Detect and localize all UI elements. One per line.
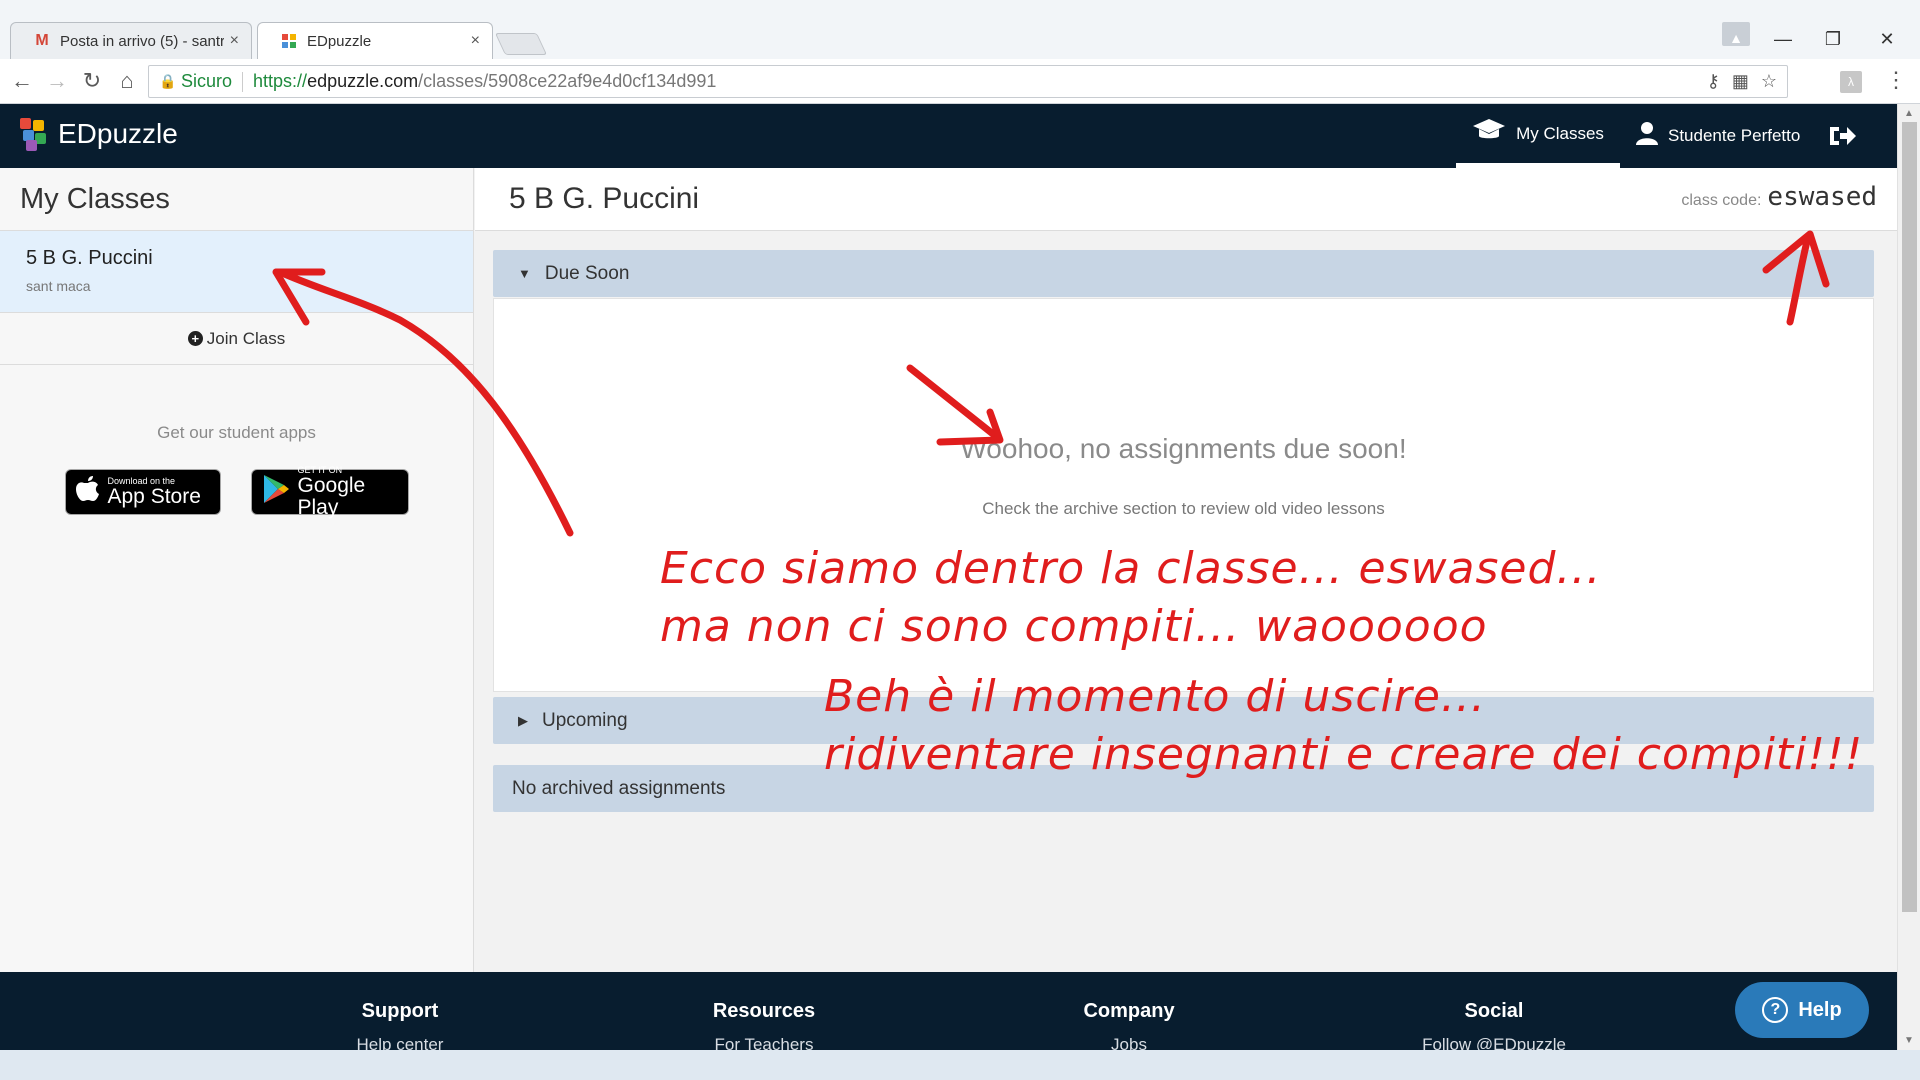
class-title: 5 B G. Puccini [509, 182, 700, 215]
tab-edpuzzle[interactable]: EDpuzzle × [257, 22, 493, 59]
edpuzzle-logo[interactable]: EDpuzzle [18, 116, 178, 152]
class-header: 5 B G. Puccini class code: eswased [475, 168, 1897, 231]
browser-toolbar: ← → ↻ ⌂ 🔒 Sicuro https:// edpuzzle.com /… [0, 59, 1920, 104]
app-header: EDpuzzle My Classes Studente Perfetto [0, 104, 1897, 168]
reload-icon[interactable]: ↻ [78, 67, 106, 95]
sidebar-class-item[interactable]: 5 B G. Puccini sant maca [0, 231, 473, 313]
logo-text: EDpuzzle [58, 118, 178, 149]
plus-circle-icon: + [187, 331, 203, 346]
tab-gmail[interactable]: M Posta in arrivo (5) - santr × [10, 22, 252, 59]
footer-link[interactable]: Follow @EDpuzzle [1374, 1035, 1614, 1050]
upcoming-label: Upcoming [542, 709, 628, 731]
class-code-value: eswased [1767, 182, 1877, 212]
app-store-big: App Store [107, 485, 201, 508]
tab-title: Posta in arrivo (5) - santr [60, 32, 224, 50]
footer-heading: Company [1083, 1000, 1175, 1022]
url-scheme: https:// [253, 71, 308, 91]
tab-strip: M Posta in arrivo (5) - santr × EDpuzzle… [0, 22, 1920, 59]
annotation-text-2: Beh è il momento di uscire... ridiventar… [824, 668, 1863, 784]
restore-icon[interactable]: ❐ [1808, 24, 1858, 54]
home-icon[interactable]: ⌂ [113, 67, 141, 95]
nav-label: My Classes [1516, 123, 1604, 143]
key-icon[interactable]: ⚷ [1707, 71, 1720, 92]
scrollbar-thumb[interactable] [1902, 122, 1917, 912]
nav-user-profile[interactable]: Studente Perfetto [1636, 104, 1800, 168]
annotation-text-1: Ecco siamo dentro la classe... eswased..… [660, 540, 1601, 656]
scroll-down-icon[interactable]: ▼ [1904, 1035, 1914, 1046]
address-bar[interactable]: 🔒 Sicuro https:// edpuzzle.com /classes/… [148, 65, 1788, 98]
annotation-line: ma non ci sono compiti... waoooooo [660, 601, 1488, 652]
student-apps-label: Get our student apps [157, 423, 316, 442]
omnibox-divider [242, 71, 244, 92]
url-path: /classes/5908ce22af9e4d0cf134d991 [418, 71, 717, 91]
caret-down-icon: ▼ [518, 266, 531, 281]
class-teacher: sant maca [26, 278, 91, 294]
join-class-label: Join Class [206, 328, 286, 348]
page-scrollbar[interactable]: ▲ ▼ [1897, 104, 1920, 1050]
back-icon[interactable]: ← [8, 67, 36, 95]
graduation-cap-icon [1472, 118, 1506, 149]
url-host: edpuzzle.com [307, 71, 419, 91]
empty-state-subtitle: Check the archive section to review old … [982, 499, 1385, 518]
annotation-line: Ecco siamo dentro la classe... eswased..… [660, 543, 1602, 594]
help-button[interactable]: ? Help [1735, 982, 1869, 1038]
class-code-label: class code: [1681, 192, 1762, 209]
secure-label: Sicuro [181, 71, 233, 91]
footer-link[interactable]: Help center [280, 1035, 520, 1050]
archived-label: No archived assignments [512, 777, 726, 799]
footer-column-social: Social Follow @EDpuzzle [1374, 1000, 1614, 1050]
caret-right-icon: ▶ [518, 712, 528, 728]
help-label: Help [1798, 998, 1842, 1021]
edpuzzle-logo-icon [18, 116, 50, 152]
footer-column-company: Company Jobs [1009, 1000, 1249, 1050]
nav-label: Studente Perfetto [1668, 126, 1801, 145]
due-soon-label: Due Soon [544, 262, 630, 284]
footer-link[interactable]: For Teachers [644, 1035, 884, 1050]
due-soon-header[interactable]: ▼ Due Soon [493, 250, 1874, 297]
footer-heading: Social [1464, 1000, 1524, 1022]
footer-column-support: Support Help center [280, 1000, 520, 1050]
class-name: 5 B G. Puccini [26, 247, 153, 269]
footer-heading: Resources [712, 1000, 816, 1022]
close-tab-icon[interactable]: × [471, 32, 480, 50]
extension-icon[interactable]: λ [1840, 71, 1862, 93]
footer-link[interactable]: Jobs [1009, 1035, 1249, 1050]
question-icon: ? [1762, 997, 1789, 1023]
close-window-icon[interactable]: ✕ [1862, 24, 1912, 54]
translate-icon[interactable]: ▦ [1732, 71, 1749, 92]
app-store-badge[interactable]: Download on the App Store [64, 469, 221, 515]
logout-icon[interactable] [1828, 104, 1856, 168]
sidebar: My Classes 5 B G. Puccini sant maca + Jo… [0, 168, 474, 976]
google-play-big: Google Play [297, 474, 366, 519]
browser-menu-icon[interactable]: ⋮ [1885, 67, 1907, 93]
new-tab-button[interactable] [494, 33, 548, 55]
apple-icon [75, 475, 100, 510]
lock-icon: 🔒 [159, 73, 177, 89]
tab-title: EDpuzzle [307, 32, 372, 50]
annotation-line: ridiventare insegnanti e creare dei comp… [824, 729, 1864, 780]
forward-icon[interactable]: → [43, 67, 71, 95]
browser-bottom-strip [0, 1050, 1920, 1080]
scroll-up-icon[interactable]: ▲ [1904, 108, 1914, 119]
google-play-badge[interactable]: GET IT ON Google Play [250, 465, 409, 519]
minimize-icon[interactable]: — [1758, 24, 1808, 54]
sidebar-title: My Classes [0, 168, 473, 231]
class-code: class code: eswased [1681, 182, 1877, 212]
user-icon [1636, 121, 1658, 152]
empty-state-title: Woohoo, no assignments due soon! [960, 433, 1407, 464]
browser-titlebar [0, 0, 1920, 24]
footer: Support Help center Resources For Teache… [0, 972, 1897, 1050]
close-tab-icon[interactable]: × [230, 32, 239, 50]
annotation-line: Beh è il momento di uscire... [824, 671, 1486, 722]
google-play-icon [262, 474, 290, 511]
gmail-icon: M [35, 32, 49, 49]
bookmark-star-icon[interactable]: ☆ [1761, 71, 1777, 92]
footer-heading: Support [361, 1000, 439, 1022]
nav-my-classes[interactable]: My Classes [1456, 104, 1620, 168]
profile-icon[interactable]: ▲ [1722, 22, 1750, 46]
edpuzzle-icon [280, 32, 298, 50]
join-class-button[interactable]: + Join Class [0, 313, 473, 365]
store-badges: Download on the App Store GET IT ON Goog… [0, 465, 473, 519]
footer-column-resources: Resources For Teachers [644, 1000, 884, 1050]
